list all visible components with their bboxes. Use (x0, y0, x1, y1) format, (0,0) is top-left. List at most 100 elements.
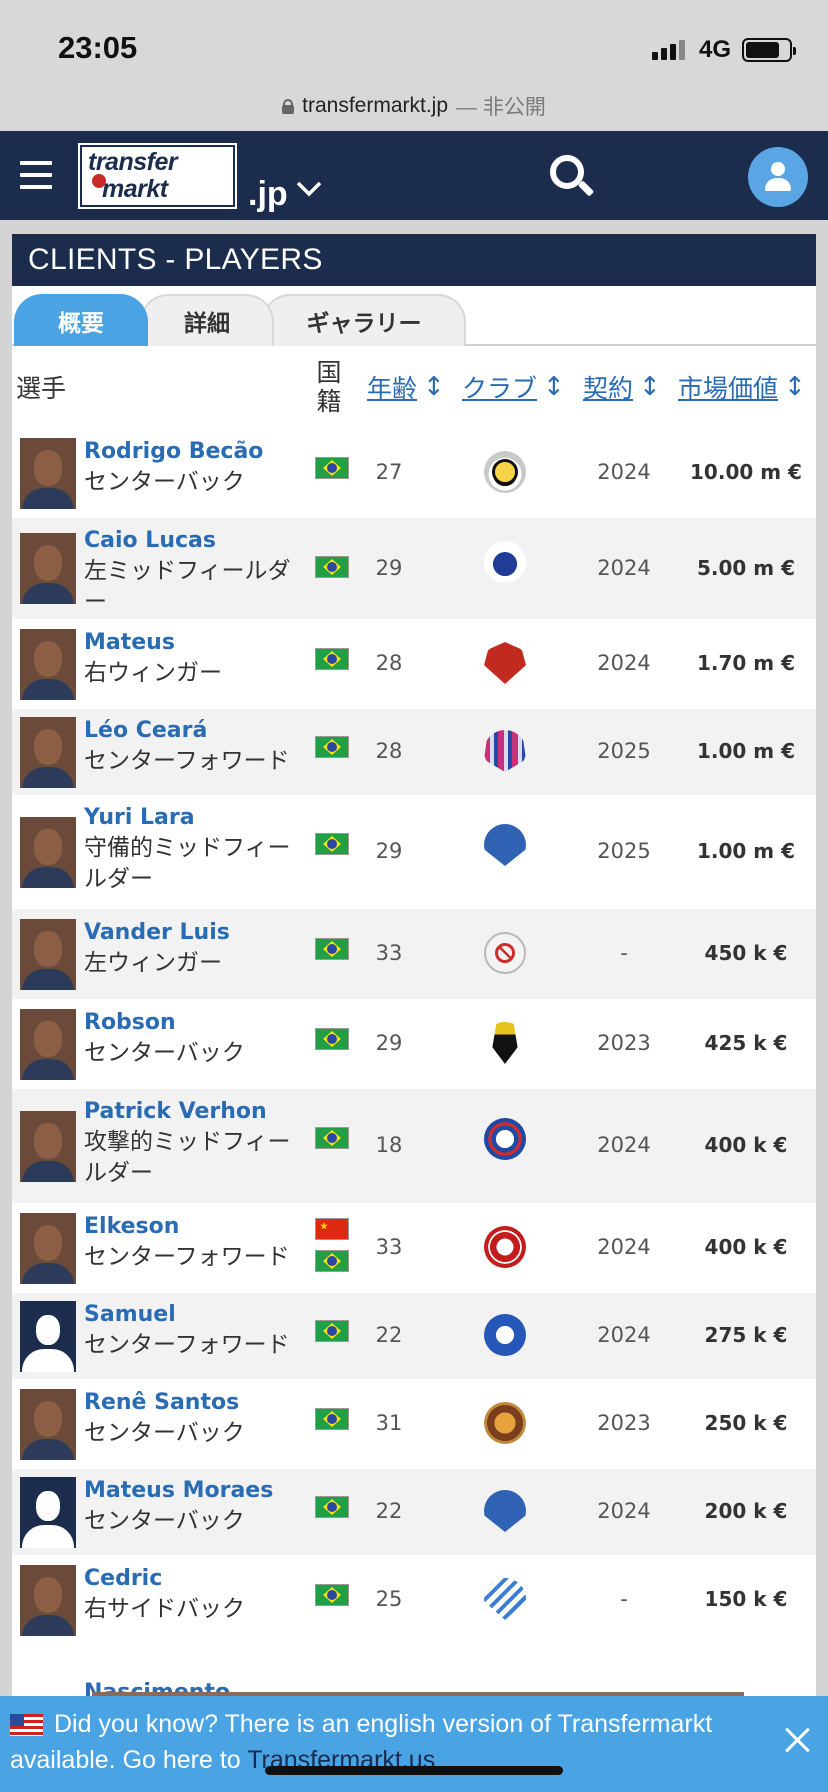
table-row: Cedric 右サイドバック 25 - 150 k € (12, 1555, 816, 1645)
player-age: 28 (375, 739, 403, 763)
market-value[interactable]: 1.00 m € (676, 739, 816, 763)
club-crest-icon[interactable] (484, 1226, 526, 1268)
club-crest-icon[interactable] (492, 1022, 518, 1064)
contract-until: 2025 (597, 739, 651, 763)
search-icon[interactable] (550, 155, 595, 199)
club-crest-icon[interactable] (484, 1578, 526, 1620)
club-crest-icon[interactable] (484, 824, 526, 866)
player-name-link[interactable]: Mateus Moraes (84, 1478, 273, 1503)
player-name-link[interactable]: Mateus (84, 630, 175, 655)
market-value[interactable]: 275 k € (676, 1323, 816, 1347)
header-contract-label[interactable]: 契約 (583, 369, 633, 405)
contract-until: 2023 (597, 1411, 651, 1435)
market-value[interactable]: 5.00 m € (676, 556, 816, 580)
player-name-link[interactable]: Samuel (84, 1302, 176, 1327)
tab-gallery[interactable]: ギャラリー (262, 294, 466, 346)
player-photo[interactable] (20, 1477, 76, 1548)
player-photo[interactable] (20, 1009, 76, 1080)
flag-brazil-icon (315, 1127, 349, 1149)
sort-arrow-icon[interactable]: ↕ (423, 372, 445, 402)
player-name-link[interactable]: Elkeson (84, 1214, 179, 1239)
player-name-link[interactable]: Caio Lucas (84, 528, 216, 553)
player-photo[interactable] (20, 817, 76, 888)
table-row: Elkeson センターフォワード 33 2024 400 k € (12, 1203, 816, 1293)
club-crest-icon[interactable] (484, 451, 526, 493)
market-value[interactable]: 450 k € (676, 941, 816, 965)
market-value[interactable]: 10.00 m € (676, 460, 816, 484)
status-bar: 23:05 4G (0, 0, 828, 90)
player-photo[interactable] (20, 629, 76, 700)
battery-icon (742, 38, 796, 62)
player-name-link[interactable]: Patrick Verhon (84, 1099, 267, 1124)
contract-until: 2024 (597, 1499, 651, 1523)
player-name-link[interactable]: Rodrigo Becão (84, 439, 263, 464)
player-name-link[interactable]: Vander Luis (84, 920, 230, 945)
player-name-link[interactable]: Cedric (84, 1566, 162, 1591)
player-age: 18 (375, 1133, 403, 1157)
header-market-value-sort[interactable]: 市場価値 ↕ (678, 346, 806, 428)
player-photo[interactable] (20, 533, 76, 604)
player-photo[interactable] (20, 919, 76, 990)
market-value[interactable]: 1.70 m € (676, 651, 816, 675)
player-photo[interactable] (20, 717, 76, 788)
club-crest-icon[interactable] (484, 730, 526, 772)
chevron-down-icon[interactable] (296, 181, 322, 197)
player-age: 31 (375, 1411, 403, 1435)
header-player: 選手 (16, 374, 67, 403)
flag-brazil-icon (315, 457, 349, 479)
market-value[interactable]: 250 k € (676, 1411, 816, 1435)
header-age-label[interactable]: 年齢 (367, 369, 417, 405)
table-row: Rodrigo Becão センターバック 27 2024 10.00 m € (12, 428, 816, 518)
club-crest-icon[interactable] (484, 541, 526, 583)
user-account-icon[interactable] (748, 147, 808, 207)
domain-selector[interactable]: .jp (248, 177, 288, 211)
header-club-sort[interactable]: クラブ ↕ (462, 346, 565, 428)
club-crest-icon[interactable] (484, 1314, 526, 1356)
player-name-link[interactable]: Robson (84, 1010, 176, 1035)
player-position: 守備的ミッドフィールダー (84, 835, 291, 892)
table-row: Vander Luis 左ウィンガー 33 - 450 k € (12, 909, 816, 999)
market-value[interactable]: 150 k € (676, 1587, 816, 1611)
player-age: 29 (375, 556, 403, 580)
tab-details[interactable]: 詳細 (140, 294, 274, 346)
header-age-sort[interactable]: 年齢 ↕ (367, 346, 445, 428)
club-crest-icon[interactable] (484, 932, 526, 974)
close-icon[interactable] (784, 1726, 812, 1754)
market-value[interactable]: 400 k € (676, 1133, 816, 1157)
header-nationality-line1: 国 (316, 358, 342, 387)
player-photo[interactable] (20, 1389, 76, 1460)
sort-arrow-icon[interactable]: ↕ (639, 372, 661, 402)
player-name-link[interactable]: Léo Ceará (84, 718, 207, 743)
player-photo[interactable] (20, 1213, 76, 1284)
url-privacy-label: — 非公開 (456, 96, 546, 119)
player-name-link[interactable]: Renê Santos (84, 1390, 239, 1415)
player-photo[interactable] (20, 438, 76, 509)
tab-overview[interactable]: 概要 (14, 294, 148, 346)
header-market-value-label[interactable]: 市場価値 (678, 369, 778, 405)
club-crest-icon[interactable] (484, 1490, 526, 1532)
player-photo[interactable] (20, 1111, 76, 1182)
flag-brazil-icon (315, 938, 349, 960)
market-value[interactable]: 200 k € (676, 1499, 816, 1523)
market-value[interactable]: 400 k € (676, 1235, 816, 1259)
club-crest-icon[interactable] (484, 642, 526, 684)
header-contract-sort[interactable]: 契約 ↕ (583, 346, 661, 428)
transfermarkt-logo[interactable]: transfer markt (78, 143, 237, 209)
contract-until: 2024 (597, 1323, 651, 1347)
header-nationality-line2: 籍 (316, 387, 342, 416)
market-value[interactable]: 425 k € (676, 1031, 816, 1055)
market-value[interactable]: 1.00 m € (676, 839, 816, 863)
hamburger-menu-icon[interactable] (20, 161, 52, 189)
sort-arrow-icon[interactable]: ↕ (784, 372, 806, 402)
contract-until: 2024 (597, 1235, 651, 1259)
header-club-label[interactable]: クラブ (462, 369, 537, 405)
contract-until: 2024 (597, 1133, 651, 1157)
player-photo[interactable] (20, 1301, 76, 1372)
club-crest-icon[interactable] (484, 1118, 526, 1160)
player-photo[interactable] (20, 1565, 76, 1636)
player-name-link[interactable]: Yuri Lara (84, 805, 195, 830)
player-age: 27 (375, 460, 403, 484)
club-crest-icon[interactable] (484, 1402, 526, 1444)
sort-arrow-icon[interactable]: ↕ (543, 372, 565, 402)
url-bar[interactable]: transfermarkt.jp — 非公開 (0, 82, 828, 130)
